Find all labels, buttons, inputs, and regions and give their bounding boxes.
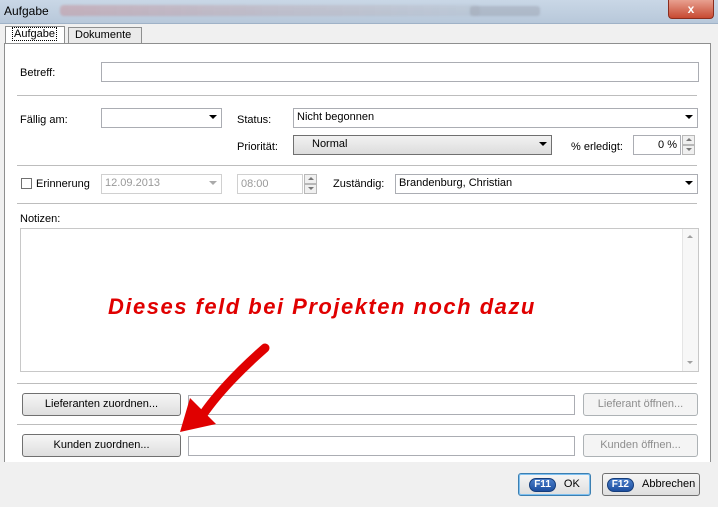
task-panel: Betreff: Fällig am: Status: Nicht begonn… [4, 43, 711, 463]
prioritaet-value: Normal [312, 138, 348, 150]
chevron-down-icon [685, 181, 693, 185]
blurred-title-area-2 [470, 6, 540, 16]
prioritaet-label: Priorität: [237, 141, 278, 153]
chevron-down-icon [209, 181, 217, 185]
erledigt-spinner[interactable] [682, 135, 695, 155]
arrow-up-icon [686, 138, 692, 141]
faellig-label: Fällig am: [20, 114, 68, 126]
tab-dokumente-label: Dokumente [75, 29, 132, 41]
spin-up-button[interactable] [304, 174, 317, 184]
erinnerung-date-value: 12.09.2013 [105, 177, 161, 189]
tab-aufgabe-label: Aufgabe [12, 27, 57, 41]
separator [17, 383, 697, 385]
spin-down-button[interactable] [682, 145, 695, 155]
faellig-date-picker[interactable] [101, 108, 222, 128]
kunden-zuordnen-button[interactable]: Kunden zuordnen... [22, 434, 181, 457]
abbrechen-button[interactable]: F12 Abbrechen [602, 473, 700, 496]
separator [17, 424, 697, 426]
status-value: Nicht begonnen [297, 111, 375, 123]
close-icon: x [687, 2, 695, 16]
zustaendig-select[interactable]: Brandenburg, Christian [395, 174, 698, 194]
blurred-title-area [60, 5, 480, 16]
status-select[interactable]: Nicht begonnen [293, 108, 698, 128]
erinnerung-time-spinner[interactable] [304, 174, 317, 194]
separator [17, 95, 697, 97]
ok-label: OK [563, 478, 580, 490]
title-bar: Aufgabe x [0, 0, 718, 24]
arrow-up-icon [687, 235, 693, 238]
separator [17, 203, 697, 205]
prioritaet-select[interactable]: Normal [293, 135, 552, 155]
kunden-oeffnen-button[interactable]: Kunden öffnen... [583, 434, 698, 457]
kunden-zuordnen-label: Kunden zuordnen... [53, 439, 150, 451]
lieferanten-zuordnen-button[interactable]: Lieferanten zuordnen... [22, 393, 181, 416]
arrow-down-icon [686, 148, 692, 151]
f11-key-icon: F11 [529, 478, 556, 492]
erledigt-input[interactable]: 0 % [633, 135, 681, 155]
annotation-text: Dieses feld bei Projekten noch dazu [108, 294, 536, 319]
erledigt-value: 0 % [658, 139, 677, 151]
lieferant-oeffnen-button[interactable]: Lieferant öffnen... [583, 393, 698, 416]
spin-down-button[interactable] [304, 184, 317, 194]
tab-dokumente[interactable]: Dokumente [68, 27, 142, 43]
spin-up-button[interactable] [682, 135, 695, 145]
arrow-down-icon [308, 187, 314, 190]
dialog-footer: F11 OK F12 Abbrechen [0, 462, 718, 507]
lieferant-oeffnen-label: Lieferant öffnen... [597, 398, 684, 410]
zustaendig-value: Brandenburg, Christian [399, 177, 513, 189]
erledigt-label: % erledigt: [571, 141, 623, 153]
window-close-button[interactable]: x [668, 0, 714, 19]
ok-button[interactable]: F11 OK [518, 473, 591, 496]
abbrechen-label: Abbrechen [642, 478, 696, 490]
window-title: Aufgabe [4, 4, 49, 18]
chevron-down-icon [685, 115, 693, 119]
erinnerung-time-value: 08:00 [241, 178, 269, 190]
betreff-label: Betreff: [20, 67, 56, 79]
chevron-down-icon [209, 115, 217, 119]
notizen-scrollbar[interactable] [682, 229, 698, 371]
notizen-label: Notizen: [20, 213, 61, 225]
separator [17, 165, 697, 167]
arrow-up-icon [308, 177, 314, 180]
erinnerung-label: Erinnerung [36, 178, 90, 190]
kunden-oeffnen-label: Kunden öffnen... [600, 439, 681, 451]
chevron-down-icon [539, 142, 547, 146]
status-label: Status: [237, 114, 272, 126]
zustaendig-label: Zuständig: [333, 178, 385, 190]
betreff-input[interactable] [101, 62, 699, 82]
annotation-arrow-icon [180, 343, 270, 432]
arrow-down-icon [687, 361, 693, 364]
f12-key-icon: F12 [606, 478, 634, 492]
erinnerung-date-picker[interactable]: 12.09.2013 [101, 174, 222, 194]
erinnerung-checkbox[interactable] [21, 178, 32, 189]
erinnerung-time-input[interactable]: 08:00 [237, 174, 303, 194]
tab-aufgabe[interactable]: Aufgabe [5, 26, 65, 44]
lieferanten-zuordnen-label: Lieferanten zuordnen... [44, 398, 159, 410]
